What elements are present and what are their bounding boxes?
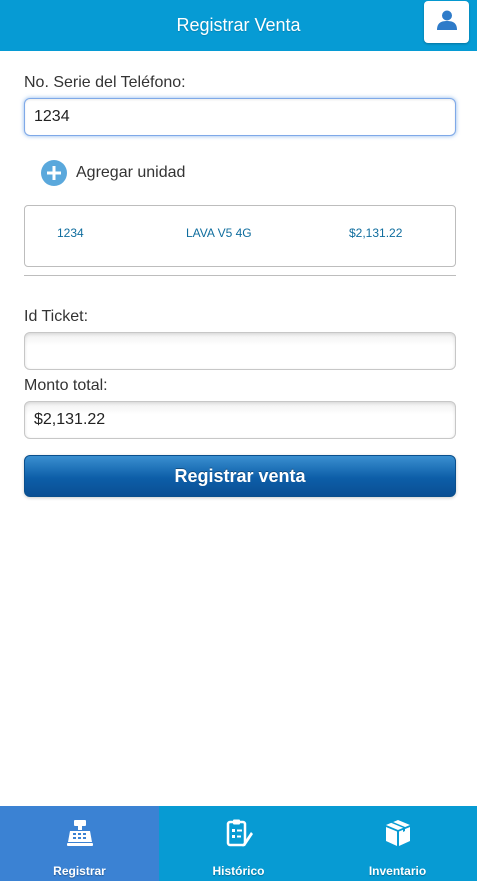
unit-model: LAVA V5 4G <box>186 226 252 240</box>
total-input[interactable] <box>24 401 456 439</box>
register-sale-button[interactable]: Registrar venta <box>24 455 456 497</box>
total-label: Monto total: <box>24 377 108 394</box>
clipboard-edit-icon <box>224 818 254 848</box>
ticket-input[interactable] <box>24 332 456 370</box>
nav-label-registrar: Registrar <box>53 864 106 878</box>
plus-icon <box>41 160 67 186</box>
divider <box>24 275 456 276</box>
user-button[interactable] <box>424 1 469 43</box>
nav-label-inventario: Inventario <box>368 864 427 878</box>
nav-label-historico: Histórico <box>212 864 265 878</box>
box-icon <box>383 818 413 848</box>
nav-item-inventario[interactable]: Inventario <box>318 806 477 881</box>
unit-price: $2,131.22 <box>349 226 403 240</box>
serie-input[interactable] <box>24 98 456 136</box>
add-unit-button[interactable]: Agregar unidad <box>41 160 185 186</box>
unit-serie: 1234 <box>57 226 84 240</box>
page-title: Registrar Venta <box>176 15 301 35</box>
serie-label: No. Serie del Teléfono: <box>24 74 186 91</box>
app-root: Registrar Venta No. Serie del Teléfono: … <box>0 0 477 881</box>
bottom-nav: Registrar Histórico Inventario <box>0 806 477 881</box>
add-unit-label: Agregar unidad <box>76 164 186 181</box>
nav-item-historico[interactable]: Histórico <box>159 806 318 881</box>
units-list: 1234 LAVA V5 4G $2,131.22 <box>24 205 456 267</box>
header-bar: Registrar Venta <box>0 0 477 51</box>
nav-item-registrar[interactable]: Registrar <box>0 806 159 881</box>
cash-register-icon <box>65 818 95 848</box>
list-item[interactable]: 1234 LAVA V5 4G $2,131.22 <box>25 206 455 260</box>
ticket-label: Id Ticket: <box>24 308 89 325</box>
user-icon <box>436 9 458 36</box>
